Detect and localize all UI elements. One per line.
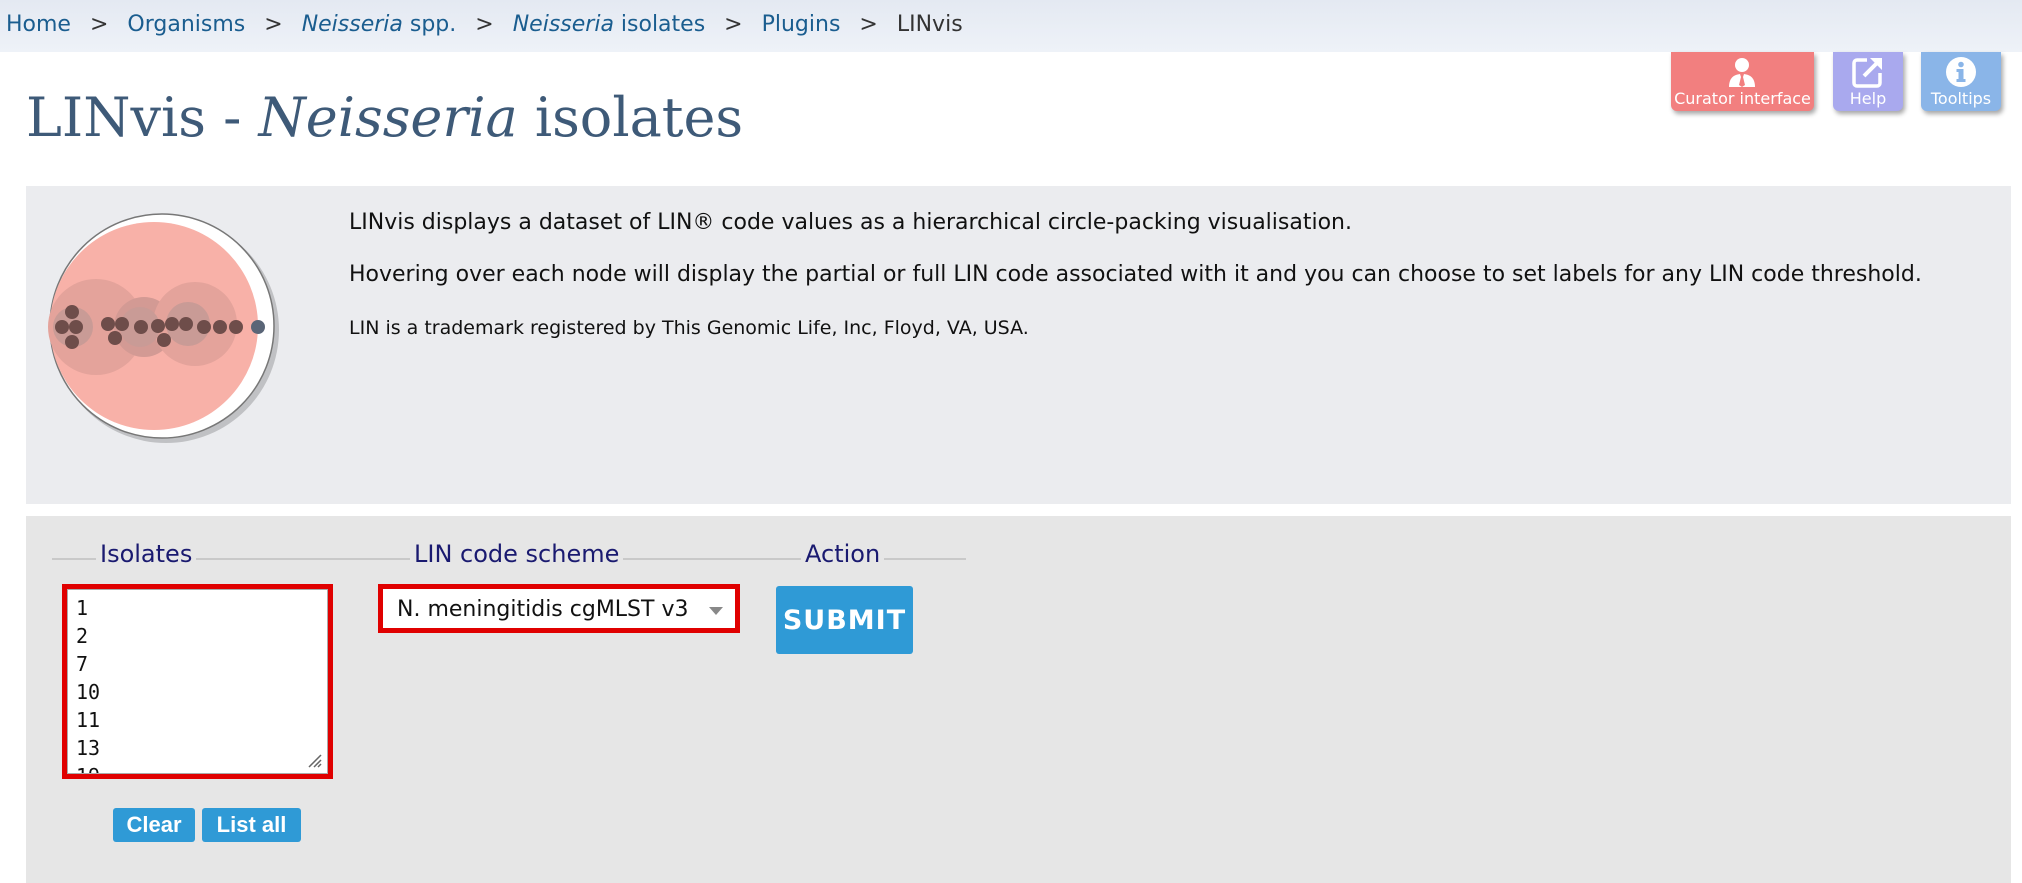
submit-button[interactable]: SUBMIT — [776, 586, 913, 654]
curator-interface-label: Curator interface — [1674, 89, 1811, 108]
top-bar: Home > Organisms > Neisseria spp. > Neis… — [0, 0, 2022, 52]
breadcrumb-current: LINvis — [896, 12, 963, 37]
external-link-icon — [1852, 56, 1884, 88]
chevron-down-icon — [709, 607, 723, 615]
info-icon — [1946, 57, 1976, 87]
breadcrumb-isolates-suffix: isolates — [613, 12, 706, 37]
breadcrumb-neisseria-isolates[interactable]: Neisseria isolates — [513, 12, 705, 37]
help-label: Help — [1849, 89, 1887, 108]
resize-grip-icon[interactable] — [306, 752, 322, 768]
breadcrumb-spp: spp. — [402, 12, 457, 37]
clear-button[interactable]: Clear — [113, 808, 195, 842]
breadcrumb-neisseria-spp[interactable]: Neisseria spp. — [302, 12, 457, 37]
breadcrumb-home[interactable]: Home — [6, 12, 71, 37]
isolates-textarea[interactable]: 1 2 7 10 11 13 19 — [67, 589, 328, 774]
breadcrumb-organisms[interactable]: Organisms — [127, 12, 245, 37]
page-title-genus: Neisseria — [258, 86, 518, 149]
info-line-3: LIN is a trademark registered by This Ge… — [349, 317, 1029, 339]
info-line-2: Hovering over each node will display the… — [349, 262, 1922, 287]
breadcrumb-separator: > — [724, 12, 743, 37]
breadcrumb-separator: > — [475, 12, 494, 37]
breadcrumb-plugins[interactable]: Plugins — [762, 12, 841, 37]
breadcrumb-isolates-genus: Neisseria — [512, 12, 614, 37]
list-all-button[interactable]: List all — [202, 808, 301, 842]
user-tie-icon — [1729, 58, 1755, 87]
breadcrumb-separator: > — [89, 12, 109, 37]
info-panel: LINvis displays a dataset of LIN® code v… — [26, 186, 2011, 504]
breadcrumb: Home > Organisms > Neisseria spp. > Neis… — [6, 12, 963, 37]
form-panel: Isolates LIN code scheme Action 1 2 7 10… — [26, 516, 2011, 883]
info-line-1: LINvis displays a dataset of LIN® code v… — [349, 210, 1352, 235]
curator-interface-button[interactable]: Curator interface — [1671, 52, 1814, 111]
linvis-circle-packing-logo — [48, 213, 279, 443]
lin-scheme-select[interactable]: N. meningitidis cgMLST v3 — [378, 584, 740, 633]
lin-scheme-selected-value: N. meningitidis cgMLST v3 — [397, 597, 689, 622]
breadcrumb-genus: Neisseria — [301, 12, 403, 37]
breadcrumb-separator: > — [859, 12, 878, 37]
tooltips-label: Tooltips — [1930, 89, 1992, 108]
page-title: LINvis - Neisseria isolates — [26, 86, 743, 149]
breadcrumb-separator: > — [264, 12, 283, 37]
scheme-legend: LIN code scheme — [410, 540, 624, 568]
page-title-prefix: LINvis - — [26, 86, 259, 149]
page-title-suffix: isolates — [517, 86, 744, 149]
help-button[interactable]: Help — [1833, 52, 1903, 111]
isolates-input-highlight: 1 2 7 10 11 13 19 — [62, 584, 333, 779]
isolates-legend: Isolates — [96, 540, 197, 568]
action-legend: Action — [801, 540, 885, 568]
tooltips-button[interactable]: Tooltips — [1921, 52, 2001, 111]
